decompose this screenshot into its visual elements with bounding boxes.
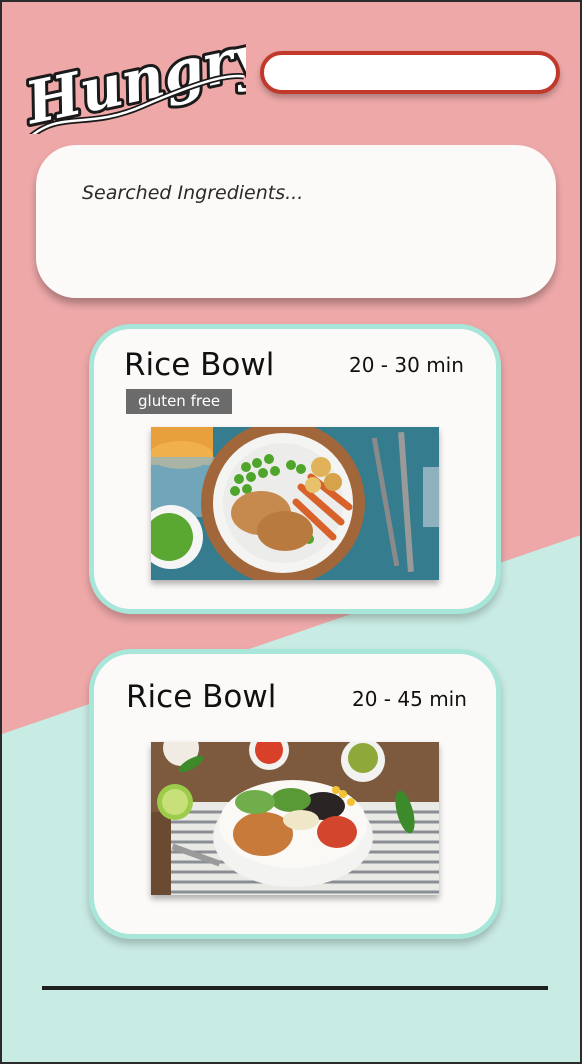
- diet-tag: gluten free: [126, 389, 233, 414]
- searched-ingredients-panel: Searched Ingredients...: [36, 145, 556, 298]
- recipe-card[interactable]: Rice Bowl 20 - 45 min: [89, 649, 501, 939]
- recipe-title: Rice Bowl: [124, 347, 275, 383]
- burrito-bowl-image-icon: [151, 742, 439, 895]
- recipe-time: 20 - 30 min: [349, 353, 464, 377]
- recipe-image[interactable]: [151, 427, 439, 580]
- hungry-logo: Hungry: [16, 24, 246, 134]
- search-input[interactable]: [260, 51, 560, 94]
- app-screen: Hungry Searched Ingredients... Rice Bowl…: [0, 0, 582, 1064]
- recipe-card[interactable]: Rice Bowl 20 - 30 min gluten free: [89, 324, 501, 614]
- recipe-image[interactable]: [151, 742, 439, 895]
- chicken-plate-image-icon: [151, 427, 439, 580]
- recipe-time: 20 - 45 min: [352, 687, 467, 711]
- recipe-title: Rice Bowl: [126, 679, 277, 715]
- searched-ingredients-label: Searched Ingredients...: [82, 182, 304, 204]
- bottom-divider: [42, 986, 548, 990]
